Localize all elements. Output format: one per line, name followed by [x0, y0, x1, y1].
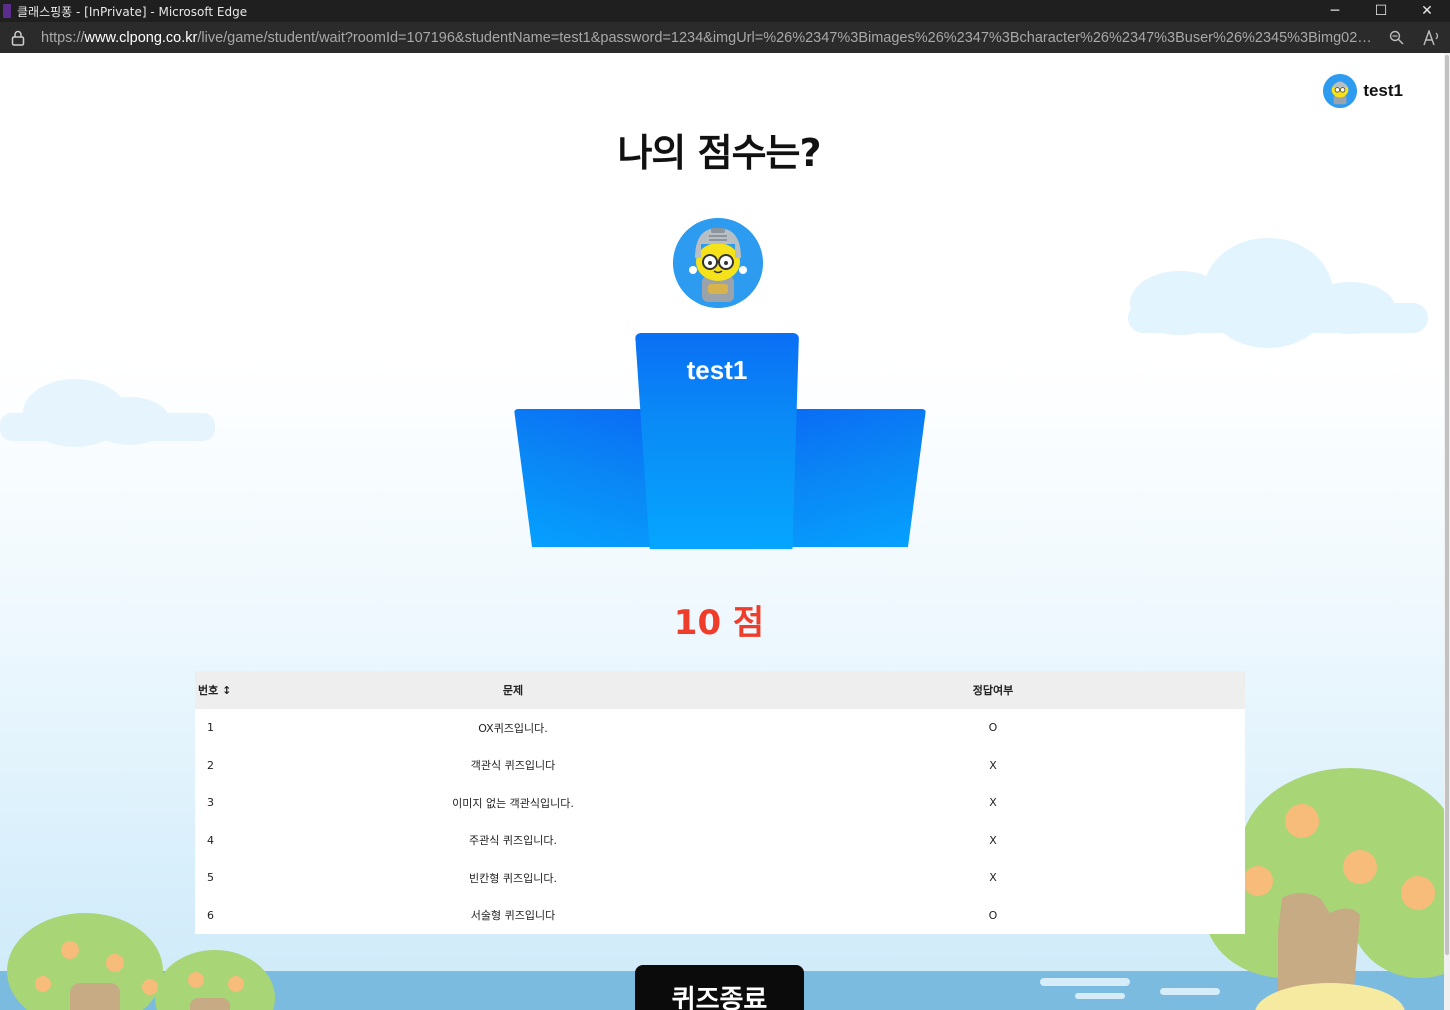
row-question: OX퀴즈입니다. [478, 721, 548, 735]
podium-right-block [776, 409, 926, 547]
window-title-bar: 클래스핑퐁 - [InPrivate] - Microsoft Edge ─ ☐… [0, 0, 1450, 22]
podium: test1 [510, 333, 930, 553]
character-avatar [673, 218, 763, 308]
table-row: 1 OX퀴즈입니다. O [195, 709, 1245, 747]
window-title: 클래스핑퐁 - [InPrivate] - Microsoft Edge [17, 4, 248, 19]
address-bar[interactable]: https://www.clpong.co.kr/live/game/stude… [0, 22, 1450, 53]
cloud-left [0, 379, 215, 447]
row-number: 5 [207, 871, 214, 885]
column-header-question: 문제 [285, 671, 741, 709]
user-avatar [1323, 74, 1358, 108]
table-row: 5 빈칸형 퀴즈입니다. X [195, 859, 1245, 897]
row-question: 객관식 퀴즈입니다 [470, 759, 556, 773]
table-row: 6 서술형 퀴즈입니다 O [195, 897, 1245, 935]
row-answer: O [988, 908, 998, 922]
user-name: test1 [1363, 81, 1403, 100]
row-number: 6 [207, 908, 214, 922]
row-question: 서술형 퀴즈입니다 [470, 909, 556, 923]
table-header-row: 번호 ↕ 문제 정답여부 [195, 671, 1245, 709]
row-number: 1 [207, 721, 214, 735]
row-number: 2 [207, 758, 214, 772]
podium-left-block [514, 409, 664, 547]
table-row: 3 이미지 없는 객관식입니다. X [195, 784, 1245, 822]
row-question: 이미지 없는 객관식입니다. [452, 796, 574, 810]
read-aloud-icon[interactable] [1414, 29, 1450, 46]
knight-character-icon [673, 218, 763, 308]
cloud-right [1128, 238, 1428, 348]
results-table: 번호 ↕ 문제 정답여부 1 OX퀴즈입니다. O 2 객관식 퀴즈입니다 X … [195, 671, 1245, 934]
column-header-correct: 정답여부 [741, 671, 1245, 709]
scrollbar[interactable] [1444, 53, 1450, 1010]
end-quiz-button[interactable]: 퀴즈종료 [635, 965, 804, 1010]
row-answer: X [989, 833, 997, 847]
row-question: 주관식 퀴즈입니다. [469, 834, 557, 848]
minimize-button[interactable]: ─ [1312, 0, 1358, 22]
row-answer: X [989, 758, 997, 772]
url-text[interactable]: https://www.clpong.co.kr/live/game/stude… [41, 30, 1378, 46]
podium-player-name: test1 [686, 355, 748, 385]
page-content: test1 나의 점수는? test1 10 점 번호 ↕ 문제 정답여부 1 … [0, 53, 1450, 1010]
column-header-number[interactable]: 번호 ↕ [195, 671, 285, 709]
table-row: 2 객관식 퀴즈입니다 X [195, 747, 1245, 785]
user-profile: test1 [1323, 74, 1403, 108]
maximize-button[interactable]: ☐ [1358, 0, 1404, 22]
row-number: 4 [207, 833, 214, 847]
url-host: www.clpong.co.kr [84, 29, 198, 46]
edge-app-icon [3, 4, 11, 18]
row-question: 빈칸형 퀴즈입니다. [469, 871, 557, 885]
zoom-icon[interactable] [1378, 30, 1414, 45]
table-row: 4 주관식 퀴즈입니다. X [195, 822, 1245, 860]
row-answer: X [989, 796, 997, 810]
row-answer: X [989, 871, 997, 885]
scrollbar-thumb[interactable] [1445, 55, 1449, 955]
row-answer: O [988, 721, 998, 735]
page-title: 나의 점수는? [617, 131, 821, 175]
score-value: 10 점 [673, 603, 765, 643]
row-number: 3 [207, 796, 214, 810]
close-button[interactable]: ✕ [1404, 0, 1450, 22]
lock-icon[interactable] [11, 30, 25, 46]
